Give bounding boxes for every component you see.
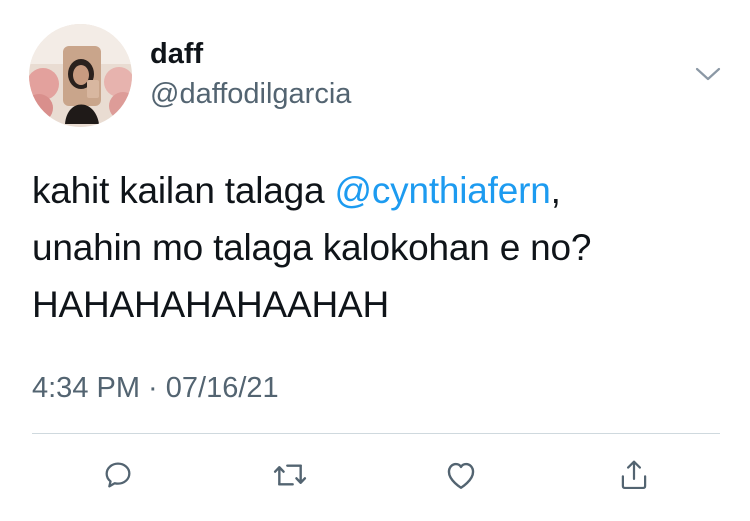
avatar[interactable] xyxy=(29,24,132,127)
divider xyxy=(32,433,720,434)
tweet-text: kahit kailan talaga @cynthiafern, unahin… xyxy=(32,162,722,333)
like-button[interactable] xyxy=(439,453,483,497)
tweet-timestamp[interactable]: 4:34 PM · 07/16/21 xyxy=(32,374,279,403)
tweet-line-1: kahit kailan talaga @cynthiafern, xyxy=(32,162,722,219)
retweet-button[interactable] xyxy=(268,453,312,497)
tweet-card: daff @daffodilgarcia kahit kailan talaga… xyxy=(0,0,750,521)
tweet-line-3: HAHAHAHAHAAHAH xyxy=(32,284,389,325)
like-icon xyxy=(447,462,475,489)
tweet-text-segment: kahit kailan talaga xyxy=(32,170,335,211)
action-bar xyxy=(0,453,750,499)
tweet-line-2: unahin mo talaga kalokohan e no? xyxy=(32,227,592,268)
user-handle[interactable]: @daffodilgarcia xyxy=(150,80,351,109)
tweet-text-segment: , xyxy=(550,170,561,211)
share-button[interactable] xyxy=(612,453,656,497)
share-icon xyxy=(621,460,647,490)
reply-icon xyxy=(105,462,131,488)
chevron-down-icon[interactable] xyxy=(694,64,722,84)
display-name[interactable]: daff xyxy=(150,40,203,69)
profile-photo-icon xyxy=(29,24,132,127)
mention-link[interactable]: @cynthiafern xyxy=(334,170,550,211)
retweet-icon xyxy=(273,464,307,486)
reply-button[interactable] xyxy=(96,453,140,497)
